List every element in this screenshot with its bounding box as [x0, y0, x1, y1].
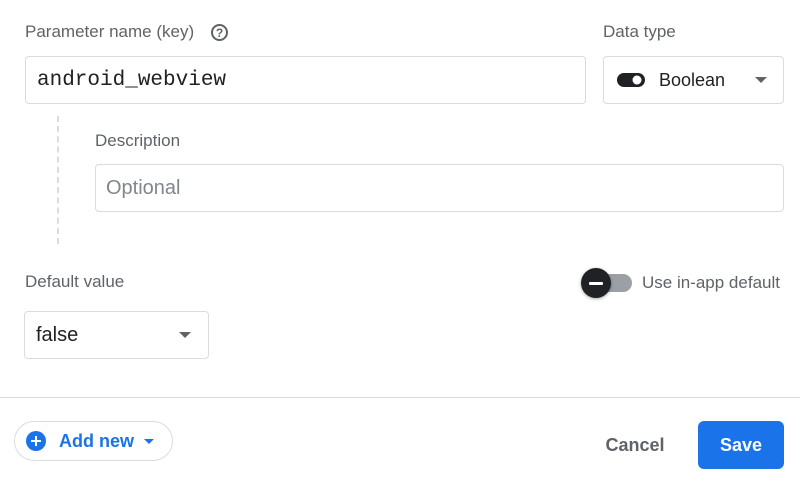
use-in-app-default-label: Use in-app default	[642, 273, 780, 292]
add-circle-icon	[26, 431, 46, 451]
footer-divider	[0, 397, 800, 398]
data-type-value: Boolean	[659, 69, 726, 90]
default-value-select[interactable]: false	[24, 311, 209, 359]
toggle-icon	[617, 73, 645, 87]
parameter-key-input[interactable]	[26, 68, 585, 92]
default-value-label: Default value	[25, 272, 125, 291]
chevron-down-icon	[179, 332, 191, 338]
add-new-button[interactable]: Add new	[14, 421, 173, 461]
default-value-value: false	[36, 323, 79, 346]
description-connector	[57, 116, 59, 244]
use-in-app-default-toggle[interactable]	[581, 268, 611, 298]
description-field	[95, 164, 784, 212]
chevron-down-icon	[144, 438, 154, 444]
parameter-key-field	[25, 56, 586, 104]
description-label: Description	[95, 131, 181, 150]
data-type-label: Data type	[603, 22, 676, 41]
cancel-button[interactable]: Cancel	[590, 421, 680, 469]
save-button[interactable]: Save	[698, 421, 784, 469]
add-new-label: Add new	[59, 430, 134, 451]
help-icon[interactable]: ?	[211, 24, 228, 41]
data-type-select[interactable]: Boolean	[603, 56, 784, 104]
description-input[interactable]	[96, 176, 783, 200]
parameter-name-label: Parameter name (key)	[25, 22, 195, 41]
minus-icon	[589, 281, 603, 285]
chevron-down-icon	[755, 77, 767, 83]
